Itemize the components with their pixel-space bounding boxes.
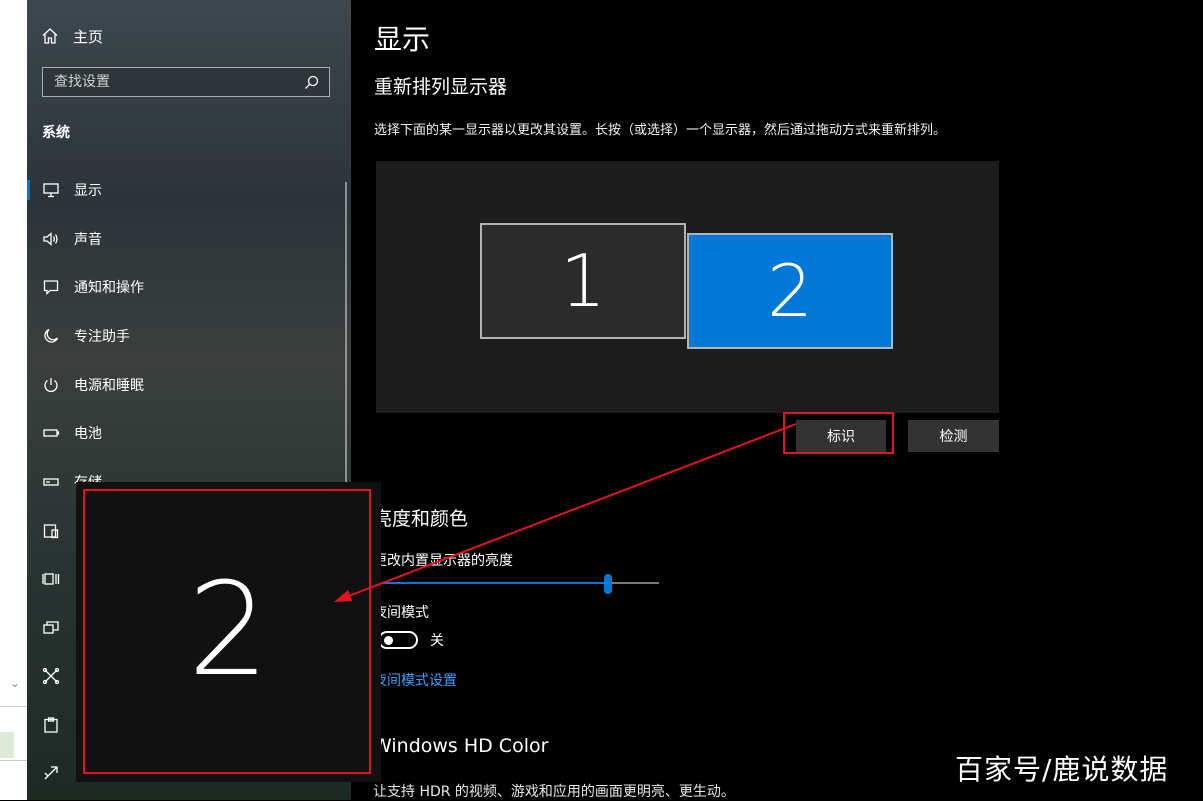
identify-number: 2 <box>187 556 270 705</box>
tablet-icon <box>43 524 59 539</box>
monitor-icon <box>43 183 59 198</box>
notification-icon <box>43 280 59 296</box>
brightness-label: 更改内置显示器的亮度 <box>373 553 513 569</box>
page-title: 显示 <box>374 23 431 56</box>
sidebar-item-label: 显示 <box>74 183 102 199</box>
power-icon <box>44 378 58 392</box>
search-box[interactable] <box>42 67 330 97</box>
slider-fill <box>373 582 608 584</box>
active-indicator <box>27 180 30 200</box>
search-icon[interactable] <box>304 75 319 90</box>
rearrange-heading: 重新排列显示器 <box>374 76 508 98</box>
hdr-description: 让支持 HDR 的视频、游戏和应用的画面更明亮、更生动。 <box>373 784 735 800</box>
home-icon <box>42 28 58 44</box>
search-input[interactable] <box>54 74 284 90</box>
storage-icon <box>43 478 59 486</box>
multitask-icon <box>42 573 60 585</box>
rearrange-description: 选择下面的某一显示器以更改其设置。长按（或选择）一个显示器，然后通过拖动方式来重… <box>374 123 947 138</box>
shared-icon <box>42 667 60 685</box>
brightness-slider[interactable] <box>373 574 659 594</box>
sidebar-item-focus-assist[interactable]: 专注助手 <box>27 316 345 356</box>
divider <box>0 706 27 707</box>
slider-thumb[interactable] <box>604 574 612 594</box>
display-settings-page: 显示 重新排列显示器 选择下面的某一显示器以更改其设置。长按（或选择）一个显示器… <box>351 0 1203 800</box>
night-light-label: 夜间模式 <box>373 605 429 621</box>
sidebar-item-label: 通知和操作 <box>74 280 144 296</box>
sidebar-item-label: 电池 <box>74 426 102 442</box>
night-light-toggle[interactable] <box>378 631 418 649</box>
sidebar-home-label: 主页 <box>73 27 104 46</box>
watermark: 百家号/鹿说数据 <box>955 753 1169 786</box>
cell-highlight <box>0 732 14 758</box>
sidebar-item-label: 声音 <box>74 232 102 248</box>
display-arrangement-area[interactable]: 1 2 <box>376 161 999 413</box>
annotation-highlight-box <box>783 412 894 454</box>
speaker-icon <box>43 232 58 246</box>
identify-overlay: 2 <box>76 482 381 782</box>
sidebar-item-label: 电源和睡眠 <box>74 378 144 394</box>
night-light-state: 关 <box>430 633 444 649</box>
project-icon <box>43 621 59 634</box>
night-light-toggle-row: 关 <box>378 630 444 650</box>
sidebar-item-display[interactable]: 显示 <box>27 170 345 210</box>
sidebar-item-notifications[interactable]: 通知和操作 <box>27 267 345 307</box>
monitor-2-tile[interactable]: 2 <box>687 233 893 349</box>
battery-icon <box>43 429 60 437</box>
moon-icon <box>44 328 59 343</box>
sidebar-item-label: 专注助手 <box>74 329 130 345</box>
monitor-1-tile[interactable]: 1 <box>480 223 686 339</box>
remote-icon <box>44 766 58 780</box>
left-window-strip: ⌄ <box>0 0 27 800</box>
chevron-down-icon[interactable]: ⌄ <box>10 676 20 690</box>
sidebar-item-sound[interactable]: 声音 <box>27 219 345 259</box>
sidebar-item-power-sleep[interactable]: 电源和睡眠 <box>27 365 345 405</box>
brightness-heading: 亮度和颜色 <box>373 508 469 530</box>
toggle-knob <box>384 636 393 645</box>
sidebar-home[interactable]: 主页 <box>41 24 103 48</box>
sidebar-item-battery[interactable]: 电池 <box>27 413 345 453</box>
clipboard-icon <box>44 717 58 733</box>
divider <box>0 760 27 761</box>
hdr-heading: Windows HD Color <box>373 735 549 757</box>
section-label-system: 系统 <box>42 125 70 141</box>
sidebar-scrollbar[interactable] <box>345 182 347 502</box>
detect-button[interactable]: 检测 <box>908 420 999 452</box>
night-light-settings-link[interactable]: 夜间模式设置 <box>373 670 457 690</box>
